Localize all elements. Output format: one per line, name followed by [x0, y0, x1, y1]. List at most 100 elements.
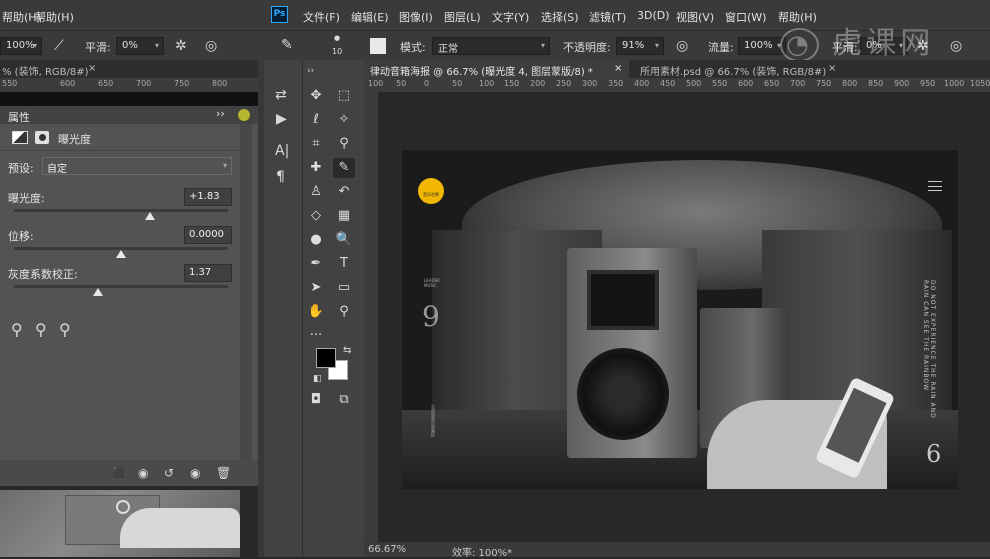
ruler-tick: 1000 — [944, 79, 965, 88]
lasso-tool-icon[interactable]: ℓ — [305, 110, 327, 130]
preset-select[interactable]: 自定 ▾ — [42, 157, 232, 175]
mode-select[interactable]: 正常 ▾ — [432, 37, 550, 55]
inactive-doc-title: 所用素材.psd @ 66.7% (装饰, RGB/8#) — [640, 67, 827, 78]
left-zoom-field[interactable]: 100% ▾ — [0, 37, 42, 55]
brush-tool-icon[interactable]: ✎ — [333, 158, 355, 178]
magic-wand-icon[interactable]: ✧ — [333, 110, 355, 130]
history-icon[interactable]: ⇄ — [275, 88, 287, 102]
menu-help-left-2[interactable]: 帮助(H) — [35, 9, 74, 25]
clip-to-layer-icon[interactable]: ⬛ — [112, 466, 127, 480]
blur-tool-icon[interactable]: ● — [305, 230, 327, 250]
offset-input[interactable]: 0.0000 — [184, 226, 232, 244]
menu-3d[interactable]: 3D(D) — [637, 9, 670, 22]
opacity-pressure-icon[interactable]: ◎ — [676, 39, 688, 53]
menu-select[interactable]: 选择(S) — [541, 9, 579, 25]
ruler-tick: 600 — [738, 79, 754, 88]
eyedropper-gray-icon[interactable]: ⚲ — [35, 322, 47, 338]
paragraph-icon[interactable]: ¶ — [276, 170, 285, 184]
panel-menu-icon[interactable] — [238, 109, 250, 121]
gamma-slider-thumb[interactable] — [93, 288, 103, 296]
eraser-tool-icon[interactable]: ◇ — [305, 206, 327, 226]
exposure-slider-thumb[interactable] — [145, 212, 155, 220]
expand-toolbar-icon[interactable]: ›› — [307, 64, 314, 78]
active-doc-tab[interactable]: 律动音箱海报 @ 66.7% (曝光度 4, 图层蒙版/8) * × — [364, 60, 629, 78]
close-icon[interactable]: × — [828, 63, 836, 74]
clone-stamp-icon[interactable]: ♙ — [305, 182, 327, 202]
left-doc-tab[interactable]: % (装饰, RGB/8#) × — [0, 60, 258, 78]
opacity-field[interactable]: 91% ▾ — [616, 37, 664, 55]
marquee-tool-icon[interactable]: ⬚ — [333, 86, 355, 106]
left-tab-close-icon[interactable]: × — [88, 63, 96, 74]
hand-tool-icon[interactable]: ✋ — [305, 302, 327, 322]
exposure-input[interactable]: +1.83 — [184, 188, 232, 206]
eyedropper-black-icon[interactable]: ⚲ — [11, 322, 23, 338]
exposure-slider-track[interactable] — [14, 209, 228, 212]
poster-document[interactable]: 音乐世界 LEADER MUSIC 9 生活因音乐而美好 DO NOT EXPE… — [402, 150, 958, 489]
flow-value: 100% — [744, 40, 773, 51]
horizontal-ruler: 100 50 0 50 100 150 200 250 300 350 400 … — [364, 78, 990, 92]
visibility-eye-icon[interactable]: ◉ — [190, 466, 200, 480]
ruler-tick: 150 — [504, 79, 520, 88]
dodge-tool-icon[interactable]: 🔍 — [333, 230, 355, 250]
menu-view[interactable]: 视图(V) — [676, 9, 714, 25]
ruler-tick: 300 — [582, 79, 598, 88]
brush-size[interactable]: 10 — [332, 47, 342, 56]
pen-tool-icon[interactable]: ✒ — [305, 254, 327, 274]
menu-image[interactable]: 图像(I) — [399, 9, 433, 25]
menu-type[interactable]: 文字(Y) — [492, 9, 529, 25]
trash-icon[interactable]: 🗑 — [216, 466, 231, 480]
screen-mode-icon[interactable]: ⧉ — [333, 390, 355, 410]
more-tools-icon[interactable]: ··· — [305, 326, 327, 346]
panel-scrollbar[interactable] — [240, 124, 252, 460]
menu-edit[interactable]: 编辑(E) — [351, 9, 389, 25]
poster-side-label: LEADER MUSIC — [424, 278, 440, 288]
reset-icon[interactable]: ↺ — [164, 466, 174, 480]
left-smooth-field[interactable]: 0% ▾ — [116, 37, 164, 55]
zoom-tool-icon[interactable]: ⚲ — [333, 302, 355, 322]
adjustment-name: 曝光度 — [58, 133, 91, 146]
collapse-icon[interactable]: ›› — [216, 107, 225, 120]
gamma-input[interactable]: 1.37 — [184, 264, 232, 282]
eyedropper-tool-icon[interactable]: ⚲ — [333, 134, 355, 154]
view-previous-icon[interactable]: ◉ — [138, 466, 148, 480]
left-ruler: 550 600 650 700 750 800 — [0, 78, 258, 92]
rectangle-tool-icon[interactable]: ▭ — [333, 278, 355, 298]
type-tool-icon[interactable]: T — [333, 254, 355, 274]
history-brush-icon[interactable]: ↶ — [333, 182, 355, 202]
move-tool-icon[interactable]: ✥ — [305, 86, 327, 106]
crop-tool-icon[interactable]: ⌗ — [305, 134, 327, 154]
offset-slider-thumb[interactable] — [116, 250, 126, 258]
menu-filter[interactable]: 滤镜(T) — [589, 9, 626, 25]
ruler-tick: 850 — [868, 79, 884, 88]
ruler-tick: 950 — [920, 79, 936, 88]
healing-brush-icon[interactable]: ✚ — [305, 158, 327, 178]
layer-mask-icon[interactable] — [35, 131, 49, 144]
flow-field[interactable]: 100% ▾ — [738, 37, 786, 55]
character-icon[interactable]: A| — [275, 144, 289, 158]
actions-play-icon[interactable]: ▶ — [276, 112, 287, 126]
speaker-woofer — [577, 348, 669, 440]
ruler-tick: 650 — [98, 79, 114, 88]
left-zoom-value: 100% — [6, 40, 35, 51]
close-icon[interactable]: × — [614, 63, 622, 74]
quick-mask-icon[interactable]: ◘ — [305, 390, 327, 410]
menu-layer[interactable]: 图层(L) — [444, 9, 481, 25]
path-selection-icon[interactable]: ➤ — [305, 278, 327, 298]
menu-file[interactable]: 文件(F) — [303, 9, 340, 25]
gear-icon[interactable]: ✲ — [175, 39, 187, 53]
eyedropper-white-icon[interactable]: ⚲ — [59, 322, 71, 338]
pressure-icon[interactable]: ◎ — [205, 39, 217, 53]
mode-label: 模式: — [400, 41, 426, 54]
brush-tool-icon[interactable]: ✎ — [281, 38, 293, 52]
gamma-slider-track[interactable] — [14, 285, 228, 288]
left-doc-tab-title: % (装饰, RGB/8#) — [2, 67, 89, 78]
foreground-color-swatch[interactable] — [316, 348, 336, 368]
brush-panel-icon[interactable] — [370, 38, 386, 54]
swap-colors-icon[interactable]: ⇆ — [343, 344, 351, 358]
default-colors-icon[interactable]: ◧ — [313, 372, 322, 386]
inactive-doc-tab[interactable]: 所用素材.psd @ 66.7% (装饰, RGB/8#) × — [632, 60, 842, 78]
gradient-tool-icon[interactable]: ▦ — [333, 206, 355, 226]
airbrush-icon[interactable]: ⟋ — [54, 39, 64, 53]
menu-window[interactable]: 窗口(W) — [725, 9, 766, 25]
zoom-level[interactable]: 66.67% — [368, 544, 406, 555]
